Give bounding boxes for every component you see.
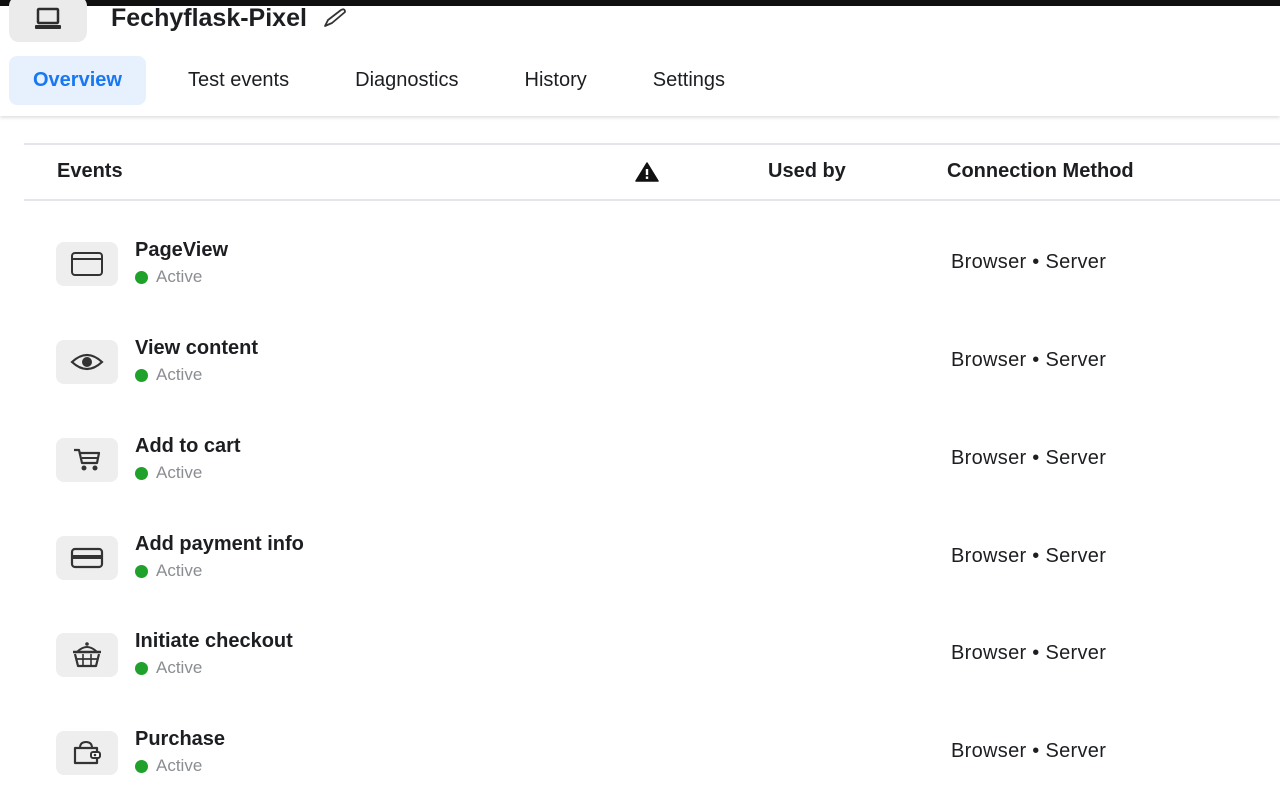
event-icon-box bbox=[56, 340, 118, 384]
event-name[interactable]: PageView bbox=[135, 239, 228, 262]
status-dot-icon bbox=[135, 661, 148, 675]
table-row[interactable]: Add to cart Active Browser • Server bbox=[24, 421, 1280, 519]
tab-label: Diagnostics bbox=[355, 69, 459, 91]
event-name[interactable]: View content bbox=[135, 337, 258, 360]
status-badge: Active bbox=[135, 365, 202, 385]
connection-method: Browser • Server bbox=[951, 447, 1107, 469]
eye-icon bbox=[70, 351, 104, 373]
status-dot-icon bbox=[135, 466, 148, 480]
cart-icon bbox=[72, 447, 102, 473]
event-icon-box bbox=[56, 633, 118, 677]
column-header-connection-method[interactable]: Connection Method bbox=[947, 160, 1134, 183]
status-badge: Active bbox=[135, 561, 202, 581]
status-text: Active bbox=[156, 267, 203, 286]
event-name[interactable]: Purchase bbox=[135, 728, 225, 751]
column-header-events[interactable]: Events bbox=[57, 160, 123, 183]
status-text: Active bbox=[156, 463, 203, 482]
tab-overview[interactable]: Overview bbox=[9, 56, 146, 105]
pixel-header: Fechyflask-Pixel Overview Test events Di… bbox=[0, 0, 1280, 116]
event-icon-box bbox=[56, 536, 118, 580]
event-name[interactable]: Initiate checkout bbox=[135, 630, 293, 653]
connection-method: Browser • Server bbox=[951, 545, 1107, 567]
pixel-icon-container bbox=[9, 0, 87, 42]
connection-method: Browser • Server bbox=[951, 251, 1107, 273]
warning-triangle-icon bbox=[635, 162, 659, 184]
tab-label: Settings bbox=[652, 69, 726, 91]
page-title-wrap: Fechyflask-Pixel bbox=[111, 4, 349, 33]
status-badge: Active bbox=[135, 756, 202, 776]
status-text: Active bbox=[156, 756, 203, 775]
connection-method: Browser • Server bbox=[951, 740, 1107, 762]
browser-window-icon bbox=[70, 251, 104, 277]
laptop-icon bbox=[33, 6, 63, 32]
tab-label: Overview bbox=[33, 69, 122, 91]
event-name[interactable]: Add payment info bbox=[135, 533, 304, 556]
table-row[interactable]: Purchase Active Browser • Server bbox=[24, 714, 1280, 812]
status-text: Active bbox=[156, 658, 203, 677]
status-text: Active bbox=[156, 365, 203, 384]
table-row[interactable]: Add payment info Active Browser • Server bbox=[24, 519, 1280, 617]
events-table: Events Used by Connection Method PageVie… bbox=[24, 143, 1280, 800]
connection-method: Browser • Server bbox=[951, 349, 1107, 371]
status-dot-icon bbox=[135, 368, 148, 382]
purse-icon bbox=[71, 739, 103, 767]
status-badge: Active bbox=[135, 463, 202, 483]
event-name[interactable]: Add to cart bbox=[135, 435, 241, 458]
status-dot-icon bbox=[135, 270, 148, 284]
event-icon-box bbox=[56, 438, 118, 482]
event-icon-box bbox=[56, 731, 118, 775]
tab-settings[interactable]: Settings bbox=[629, 56, 749, 105]
tab-label: History bbox=[524, 69, 587, 91]
basket-icon bbox=[71, 641, 103, 669]
table-row[interactable]: View content Active Browser • Server bbox=[24, 323, 1280, 421]
event-icon-box bbox=[56, 242, 118, 286]
status-text: Active bbox=[156, 561, 203, 580]
connection-method: Browser • Server bbox=[951, 642, 1107, 664]
status-dot-icon bbox=[135, 564, 148, 578]
status-badge: Active bbox=[135, 658, 202, 678]
tab-diagnostics[interactable]: Diagnostics bbox=[331, 56, 482, 105]
pencil-icon[interactable] bbox=[321, 7, 349, 30]
table-row[interactable]: PageView Active Browser • Server bbox=[24, 225, 1280, 323]
table-row[interactable]: Initiate checkout Active Browser • Serve… bbox=[24, 616, 1280, 714]
tab-history[interactable]: History bbox=[501, 56, 611, 105]
column-header-used-by[interactable]: Used by bbox=[768, 160, 846, 183]
credit-card-icon bbox=[70, 546, 104, 570]
tab-bar: Overview Test events Diagnostics History… bbox=[9, 56, 767, 105]
status-dot-icon bbox=[135, 759, 148, 773]
tab-label: Test events bbox=[187, 69, 290, 91]
table-header: Events Used by Connection Method bbox=[24, 143, 1280, 201]
page-title: Fechyflask-Pixel bbox=[111, 4, 307, 32]
tab-test-events[interactable]: Test events bbox=[164, 56, 313, 105]
status-badge: Active bbox=[135, 267, 202, 287]
